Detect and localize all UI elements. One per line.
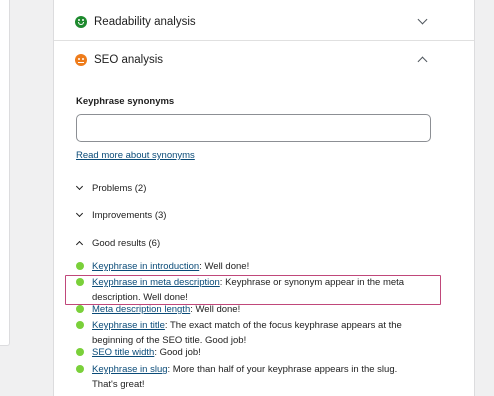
right-gutter — [476, 0, 494, 396]
improvements-label: Improvements (3) — [92, 209, 167, 221]
result-link[interactable]: Keyphrase in introduction — [92, 261, 199, 272]
good-bullet-icon — [76, 305, 84, 313]
problems-label: Problems (2) — [92, 182, 147, 194]
chevron-down-icon — [75, 209, 84, 218]
seo-analysis-title: SEO analysis — [94, 54, 164, 66]
chevron-down-icon — [417, 14, 428, 25]
read-more-synonyms-link[interactable]: Read more about synonyms — [76, 150, 195, 161]
left-panel — [0, 0, 10, 346]
result-text: : Well done! — [199, 261, 250, 272]
seo-analysis-toggle[interactable]: SEO analysis — [54, 41, 474, 79]
result-item: Keyphrase in slug: More than half of you… — [76, 362, 416, 392]
good-bullet-icon — [76, 278, 84, 286]
improvements-toggle[interactable]: Improvements (3) — [75, 208, 167, 222]
result-link[interactable]: Meta description length — [92, 304, 190, 315]
result-text: : Well done! — [190, 304, 241, 315]
result-link[interactable]: SEO title width — [92, 347, 154, 358]
result-item: SEO title width: Good job! — [76, 345, 416, 360]
smiley-good-icon — [75, 15, 87, 28]
result-link[interactable]: Keyphrase in title — [92, 320, 165, 331]
result-link[interactable]: Keyphrase in slug — [92, 364, 168, 375]
result-item: Keyphrase in meta description: Keyphrase… — [76, 275, 416, 305]
good-bullet-icon — [76, 321, 84, 329]
problems-toggle[interactable]: Problems (2) — [75, 181, 147, 195]
keyphrase-synonyms-input[interactable] — [76, 114, 431, 142]
result-item: Keyphrase in introduction: Well done! — [76, 259, 416, 274]
result-link[interactable]: Keyphrase in meta description — [92, 277, 220, 288]
chevron-up-icon — [75, 240, 84, 249]
smiley-neutral-icon — [75, 54, 87, 66]
result-item: Keyphrase in title: The exact match of t… — [76, 318, 416, 348]
good-results-toggle[interactable]: Good results (6) — [75, 236, 161, 250]
result-text: : Good job! — [154, 347, 201, 358]
chevron-up-icon — [417, 56, 428, 67]
keyphrase-synonyms-label: Keyphrase synonyms — [76, 96, 175, 107]
seo-sidebar-panel: Readability analysis SEO analysis Keyphr… — [53, 0, 475, 396]
readability-analysis-title: Readability analysis — [94, 15, 196, 28]
good-bullet-icon — [76, 365, 84, 373]
chevron-down-icon — [75, 182, 84, 191]
readability-analysis-toggle[interactable]: Readability analysis — [54, 3, 474, 41]
good-bullet-icon — [76, 262, 84, 270]
result-item: Meta description length: Well done! — [76, 302, 416, 317]
good-bullet-icon — [76, 348, 84, 356]
good-results-label: Good results (6) — [92, 237, 161, 249]
